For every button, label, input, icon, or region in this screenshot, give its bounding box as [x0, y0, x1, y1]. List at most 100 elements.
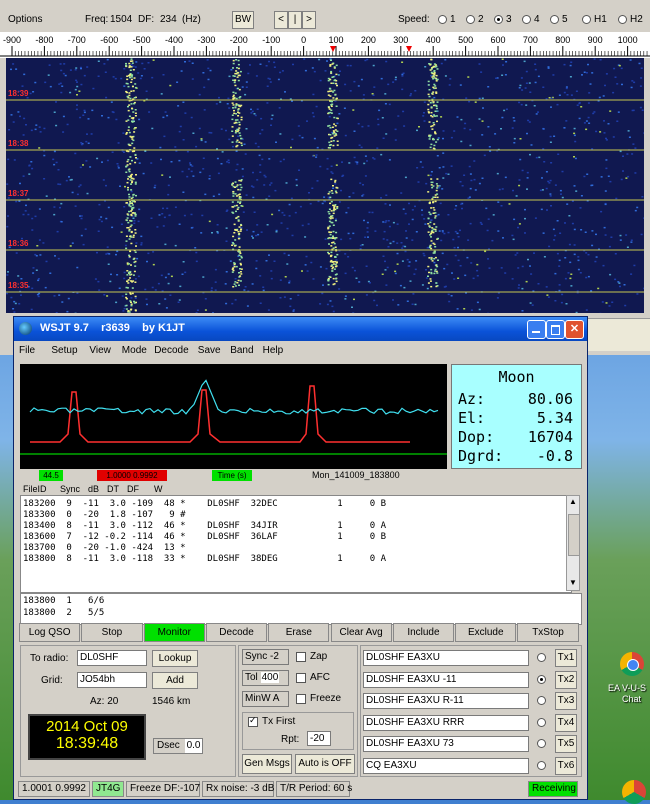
waterfall-display[interactable]: 18:3918:3818:3718:3618:35 [6, 58, 644, 313]
desktop-icon-label-1[interactable]: EA V-U-S [608, 683, 646, 693]
waterfall-noise [382, 221, 384, 223]
add-button[interactable]: Add [152, 672, 198, 689]
speed-radio-2[interactable] [466, 15, 475, 24]
speed-radio-5[interactable] [550, 15, 559, 24]
tol-control[interactable]: Tol 400 [242, 670, 289, 686]
exclude-button[interactable]: Exclude [455, 623, 516, 642]
tx-button[interactable]: Tx2 [555, 671, 577, 689]
tx-message-input[interactable]: DL0SHF EA3XU RRR [363, 715, 529, 731]
decode-row[interactable]: 183600 7 -12 -0.2 -114 46 * DL0SHF 36LAF… [23, 532, 386, 542]
waterfall-noise [620, 151, 622, 153]
rpt-input[interactable]: -20 [307, 731, 331, 746]
tx-button[interactable]: Tx3 [555, 692, 577, 710]
clear-avg-button[interactable]: Clear Avg [331, 623, 392, 642]
scroll-down-icon[interactable]: ▼ [569, 578, 577, 587]
nav-center-button[interactable]: | [288, 11, 302, 29]
bw-button[interactable]: BW [232, 11, 254, 29]
menu-setup[interactable]: Setup [51, 345, 77, 356]
waterfall-noise [412, 219, 414, 221]
decoded-text-box[interactable]: 183200 9 -11 3.0 -109 48 * DL0SHF 32DEC … [20, 495, 572, 593]
signal-trace [129, 156, 131, 158]
menu-help[interactable]: Help [263, 345, 284, 356]
desktop-icon-label-2[interactable]: Chat [622, 694, 641, 704]
title-bar[interactable]: WSJT 9.7 r3639 by K1JT ✕ [14, 317, 587, 341]
monitor-button[interactable]: Monitor [144, 623, 205, 642]
dsec-value[interactable]: 0.0 [185, 739, 203, 753]
menu-file[interactable]: File [19, 345, 35, 356]
waterfall-noise [259, 133, 261, 135]
options-menu[interactable]: Options [8, 14, 42, 25]
menu-view[interactable]: View [89, 345, 111, 356]
speed-radio-h2[interactable] [618, 15, 627, 24]
menu-band[interactable]: Band [230, 345, 253, 356]
waterfall-noise [195, 252, 197, 254]
tx-message-input[interactable]: DL0SHF EA3XU R-11 [363, 693, 529, 709]
tx-button[interactable]: Tx1 [555, 649, 577, 667]
decode-button[interactable]: Decode [206, 623, 267, 642]
chrome-shortcut-icon[interactable] [620, 652, 644, 676]
waterfall-noise [527, 177, 529, 179]
log-qso-button[interactable]: Log QSO [19, 623, 80, 642]
waterfall-noise [327, 304, 329, 306]
tx-first-checkbox[interactable] [248, 717, 258, 727]
stop-button[interactable]: Stop [81, 623, 142, 642]
waterfall-noise [271, 118, 273, 120]
erase-button[interactable]: Erase [268, 623, 329, 642]
to-radio-input[interactable]: DL0SHF [77, 650, 147, 666]
decode-row[interactable]: 183400 8 -11 3.0 -112 46 * DL0SHF 34JIR … [23, 521, 386, 531]
menu-mode[interactable]: Mode [122, 345, 147, 356]
lookup-button[interactable]: Lookup [152, 650, 198, 667]
signal-trace [130, 226, 132, 228]
close-icon[interactable]: ✕ [565, 320, 584, 339]
sync-control[interactable]: Sync -2 [242, 649, 289, 665]
speed-radio-3[interactable] [494, 15, 503, 24]
scroll-thumb[interactable] [568, 514, 580, 556]
tx-message-input[interactable]: DL0SHF EA3XU [363, 650, 529, 666]
tx-button[interactable]: Tx4 [555, 714, 577, 732]
tx-select-radio[interactable] [537, 761, 546, 770]
gen-msgs-button[interactable]: Gen Msgs [242, 754, 292, 774]
minimize-button[interactable] [527, 320, 546, 339]
decode-row[interactable]: 183200 9 -11 3.0 -109 48 * DL0SHF 32DEC … [23, 499, 386, 509]
speed-radio-h1[interactable] [582, 15, 591, 24]
maximize-button[interactable] [546, 320, 565, 339]
menu-save[interactable]: Save [198, 345, 221, 356]
tx-button[interactable]: Tx6 [555, 757, 577, 775]
grid-input[interactable]: JO54bh [77, 672, 147, 688]
tx-select-radio[interactable] [537, 739, 546, 748]
nav-right-button[interactable]: > [302, 11, 316, 29]
average-text-box[interactable]: 183800 1 6/6183800 2 5/5 [20, 593, 582, 625]
chrome-shortcut-icon-2[interactable] [622, 780, 646, 804]
nav-left-button[interactable]: < [274, 11, 288, 29]
tx-button[interactable]: Tx5 [555, 735, 577, 753]
auto-button[interactable]: Auto is OFF [295, 754, 355, 774]
waterfall-noise [23, 134, 25, 136]
minw-control[interactable]: MinW A [242, 691, 289, 707]
decoded-scrollbar[interactable]: ▲ ▼ [566, 495, 580, 591]
scroll-up-icon[interactable]: ▲ [569, 497, 577, 506]
include-button[interactable]: Include [393, 623, 454, 642]
waterfall-noise [291, 139, 293, 141]
waterfall-noise [85, 160, 87, 162]
decode-row[interactable]: 183300 0 -20 1.8 -107 9 # [23, 510, 186, 520]
tx-select-radio[interactable] [537, 675, 546, 684]
zap-checkbox[interactable] [296, 652, 306, 662]
tx-message-input[interactable]: DL0SHF EA3XU 73 [363, 736, 529, 752]
tx-message-input[interactable]: CQ EA3XU [363, 758, 529, 774]
waterfall-noise [464, 275, 466, 277]
txstop-button[interactable]: TxStop [517, 623, 578, 642]
speed-radio-4[interactable] [522, 15, 531, 24]
signal-trace [126, 287, 128, 289]
afc-checkbox[interactable] [296, 673, 306, 683]
tx-message-input[interactable]: DL0SHF EA3XU -11 [363, 672, 529, 688]
tx-select-radio[interactable] [537, 696, 546, 705]
signal-trace [433, 148, 435, 150]
freeze-checkbox[interactable] [296, 694, 306, 704]
tx-select-radio[interactable] [537, 718, 546, 727]
menu-decode[interactable]: Decode [154, 345, 188, 356]
decode-row[interactable]: 183800 8 -11 3.0 -118 33 * DL0SHF 38DEG … [23, 554, 386, 564]
decode-row[interactable]: 183700 0 -20 -1.0 -424 13 * [23, 543, 186, 553]
tx-select-radio[interactable] [537, 653, 546, 662]
dsec-control[interactable]: Dsec 0.0 [153, 738, 203, 754]
speed-radio-1[interactable] [438, 15, 447, 24]
